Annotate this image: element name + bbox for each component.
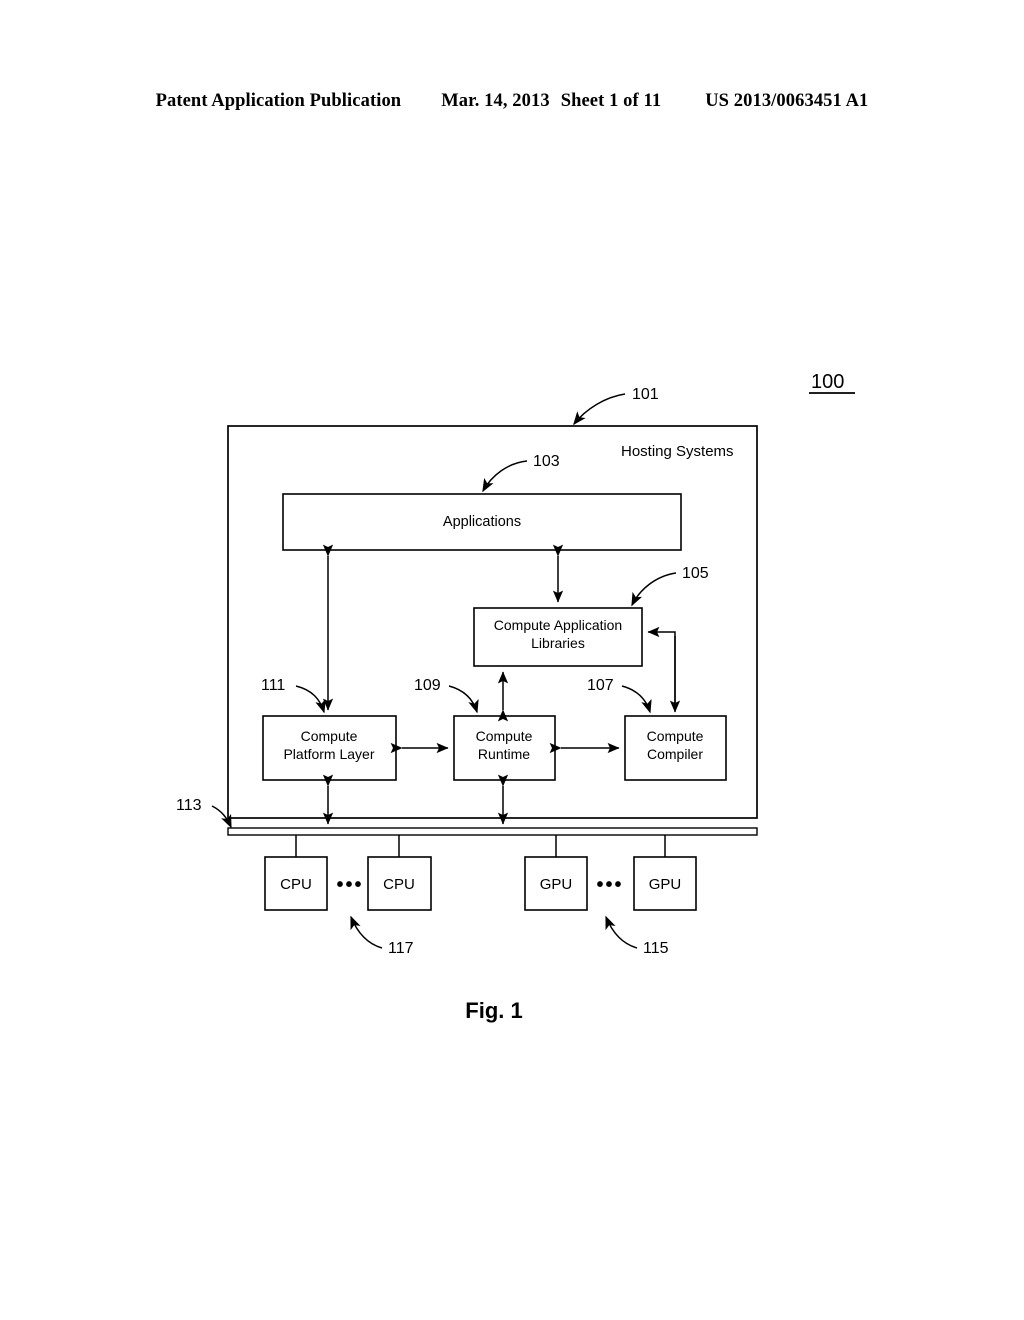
gpu-box-1-label: GPU (540, 876, 573, 893)
figure-1-diagram: 100 Hosting Systems 101 Applications 103… (0, 0, 1024, 1320)
figure-number-label: 100 (811, 371, 844, 393)
compute-platform-layer-label-line2: Platform Layer (283, 746, 374, 762)
hosting-systems-label: Hosting Systems (621, 443, 734, 460)
cpu-box-1-label: CPU (280, 876, 312, 893)
leader-line-105 (631, 572, 677, 607)
applications-box-label: Applications (443, 514, 521, 530)
compute-compiler-label-line1: Compute (647, 728, 704, 744)
ref-numeral-111: 111 (261, 677, 285, 694)
figure-caption: Fig. 1 (465, 998, 522, 1023)
cpu-ellipsis: ••• (336, 874, 363, 896)
compute-application-libraries-label-line2: Libraries (531, 635, 585, 651)
leader-line-115 (605, 915, 638, 949)
ref-numeral-115: 115 (643, 940, 669, 957)
compute-runtime-label-line2: Runtime (478, 746, 530, 762)
ref-numeral-101: 101 (632, 386, 659, 403)
gpu-ellipsis: ••• (596, 874, 623, 896)
leader-line-107 (621, 685, 652, 714)
gpu-box-2-label: GPU (649, 876, 682, 893)
compute-runtime-label-line1: Compute (476, 728, 533, 744)
leader-line-117 (350, 915, 383, 949)
system-bus-bar (227, 827, 758, 836)
leader-line-101 (573, 393, 626, 426)
leader-line-111 (295, 685, 326, 714)
cpu-box-2-label: CPU (383, 876, 415, 893)
ref-numeral-117: 117 (388, 940, 414, 957)
ref-numeral-103: 103 (533, 453, 560, 470)
connector-compiler-to-libraries (647, 626, 676, 710)
compute-application-libraries-label-line1: Compute Application (494, 617, 622, 633)
leader-line-103 (482, 460, 528, 493)
ref-numeral-113: 113 (176, 797, 202, 814)
ref-numeral-109: 109 (414, 677, 441, 694)
ref-numeral-105: 105 (682, 565, 709, 582)
leader-line-109 (448, 685, 479, 714)
ref-numeral-107: 107 (587, 677, 614, 694)
compute-compiler-label-line2: Compiler (647, 746, 703, 762)
compute-platform-layer-label-line1: Compute (301, 728, 358, 744)
